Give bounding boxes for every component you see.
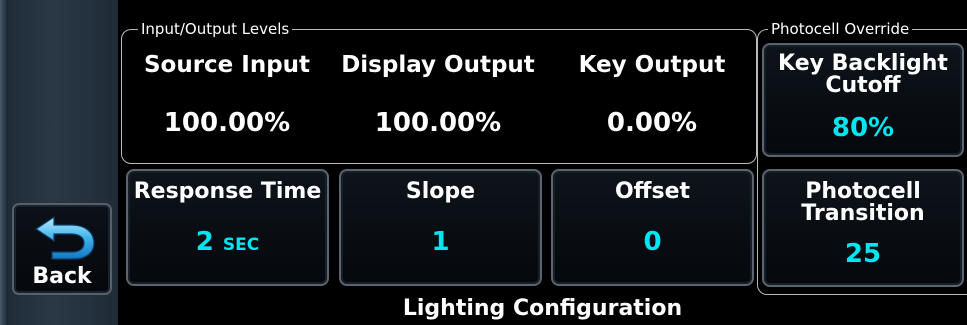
left-sidebar: Back [0, 0, 118, 325]
key-output-label: Key Output [578, 52, 726, 78]
key-backlight-label-line2: Cutoff [825, 73, 901, 98]
source-input-label: Source Input [143, 52, 311, 78]
display-output-value: 100.00% [374, 108, 502, 138]
back-button-label: Back [32, 264, 92, 289]
key-backlight-cutoff-button[interactable]: Key Backlight Cutoff 80% [762, 43, 964, 157]
offset-value: 0 [643, 227, 662, 257]
photocell-transition-label-line1: Photocell [805, 179, 921, 204]
lighting-configuration-screen: Back Input/Output Levels Source Input 10… [0, 0, 967, 325]
source-input-value: 100.00% [163, 108, 291, 138]
sidebar-edge [0, 0, 8, 325]
display-output-label: Display Output [341, 52, 535, 78]
photocell-transition-label-line2: Transition [801, 201, 925, 226]
slope-button[interactable]: Slope 1 [339, 169, 542, 286]
response-time-button[interactable]: Response Time 2 SEC [126, 169, 329, 286]
key-backlight-label-line1: Key Backlight [778, 51, 948, 76]
offset-button[interactable]: Offset 0 [551, 169, 754, 286]
offset-label: Offset [614, 179, 691, 204]
slope-label: Slope [405, 179, 476, 204]
back-button[interactable]: Back [12, 203, 112, 295]
response-time-label: Response Time [133, 179, 322, 204]
slope-value: 1 [431, 227, 450, 257]
page-title: Lighting Configuration [402, 296, 683, 321]
photocell-transition-value: 25 [844, 239, 882, 269]
io-levels-title: Input/Output Levels [138, 19, 293, 39]
back-arrow-icon [34, 215, 95, 260]
photocell-override-title: Photocell Override [768, 19, 913, 39]
response-time-value: 2 [195, 227, 214, 257]
photocell-transition-button[interactable]: Photocell Transition 25 [762, 169, 964, 287]
key-output-value: 0.00% [606, 108, 698, 138]
key-backlight-value: 80% [831, 113, 895, 143]
response-time-value-row: 2 SEC [128, 227, 327, 257]
response-time-unit: SEC [222, 235, 260, 255]
io-levels-group: Input/Output Levels Source Input 100.00%… [121, 19, 757, 164]
